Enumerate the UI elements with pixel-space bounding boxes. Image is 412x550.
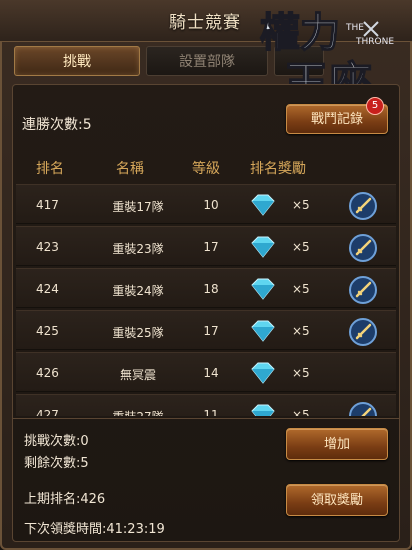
row-rank: 427 (36, 408, 59, 416)
remaining-count: 剩餘次數:5 (24, 456, 89, 471)
row-rank: 417 (36, 198, 59, 212)
table-row: 423 重裝23隊 17 ×5 (16, 226, 396, 266)
fight-button-icon[interactable] (348, 317, 378, 347)
table-row: 417 重裝17隊 10 ×5 (16, 184, 396, 224)
row-rank: 426 (36, 366, 59, 380)
row-name: 無冥震 (119, 368, 156, 382)
fight-button-icon[interactable] (348, 233, 378, 263)
fight-button-icon[interactable] (348, 191, 378, 221)
record-count-badge: 5 (366, 97, 384, 115)
add-button[interactable]: 增加 (286, 428, 388, 460)
tab-set-team[interactable]: 設置部隊 (146, 46, 268, 76)
row-rank: 423 (36, 240, 59, 254)
header-level: 等級 (192, 161, 220, 177)
page-title: 騎士競賽 (169, 13, 241, 33)
table-row: 425 重裝25隊 17 ×5 (16, 310, 396, 350)
row-level: 11 (203, 408, 219, 416)
diamond-icon (251, 194, 275, 216)
row-level: 17 (203, 324, 219, 338)
fight-button-icon[interactable] (348, 401, 378, 416)
diamond-icon (251, 320, 275, 342)
next-reward-time: 下次領獎時間:41:23:19 (24, 522, 165, 537)
logo-subtitle-throne: THRONE (355, 37, 394, 47)
header-name: 名稱 (116, 161, 144, 177)
table-row: 424 重裝24隊 18 ×5 (16, 268, 396, 308)
diamond-icon (251, 236, 275, 258)
crossed-swords-icon (363, 21, 379, 37)
row-reward: ×5 (292, 366, 310, 380)
win-streak: 連勝次數:5 (22, 117, 92, 133)
table-header: 排名 名稱 等級 排名獎勵 (12, 158, 400, 178)
row-reward: ×5 (292, 324, 310, 338)
row-reward: ×5 (292, 198, 310, 212)
row-level: 17 (203, 240, 219, 254)
diamond-icon (251, 278, 275, 300)
table-row: 426 無冥震 14 ×5 (16, 352, 396, 392)
row-rank: 424 (36, 282, 59, 296)
header-rank: 排名 (36, 161, 64, 177)
fight-button-icon[interactable] (348, 275, 378, 305)
row-reward: ×5 (292, 408, 310, 416)
row-level: 18 (203, 282, 219, 296)
row-name: 重裝23隊 (112, 242, 164, 256)
diamond-icon (251, 404, 275, 416)
claim-reward-button[interactable]: 領取獎勵 (286, 484, 388, 516)
tab-challenge[interactable]: 挑戰 (14, 46, 140, 76)
last-rank: 上期排名:426 (24, 492, 106, 507)
logo-text-top: 權力 (260, 9, 340, 56)
challenge-count: 挑戰次數:0 (24, 434, 89, 449)
table-row: 427 重裝27隊 11 ×5 (16, 394, 396, 416)
row-level: 14 (203, 366, 219, 380)
header-reward: 排名獎勵 (250, 161, 306, 177)
opponent-list[interactable]: 417 重裝17隊 10 ×5 423 重裝23隊 17 ×5 424 重裝24… (12, 184, 400, 416)
row-reward: ×5 (292, 282, 310, 296)
row-level: 10 (203, 198, 219, 212)
row-name: 重裝24隊 (112, 284, 164, 298)
divider (12, 418, 400, 419)
logo-subtitle-the: THE (345, 23, 364, 33)
row-name: 重裝17隊 (112, 200, 164, 214)
diamond-icon (251, 362, 275, 384)
row-name: 重裝25隊 (112, 326, 164, 340)
row-name: 重裝27隊 (98, 408, 178, 416)
row-reward: ×5 (292, 240, 310, 254)
row-rank: 425 (36, 324, 59, 338)
